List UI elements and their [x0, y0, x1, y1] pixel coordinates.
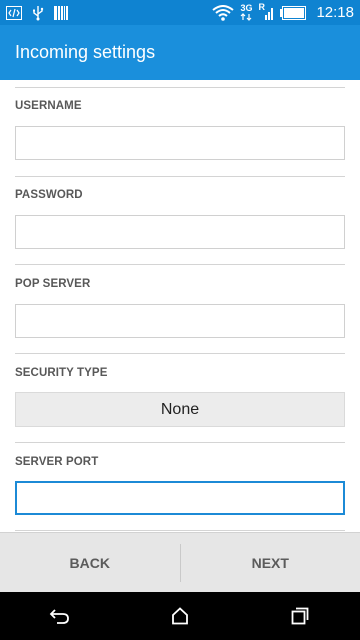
security-type-select[interactable]: None: [15, 392, 345, 427]
divider: [15, 264, 345, 265]
home-icon[interactable]: [150, 592, 210, 640]
security-type-value: None: [160, 400, 200, 418]
server-port-label: SERVER PORT: [15, 456, 99, 468]
status-bar: 3G R 12:18: [0, 0, 360, 25]
divider: [15, 442, 345, 443]
divider: [15, 530, 345, 531]
password-label: PASSWORD: [15, 189, 83, 201]
wifi-icon: [212, 4, 235, 21]
code-icon: [6, 5, 22, 20]
divider: [15, 87, 345, 88]
server-port-field[interactable]: [15, 481, 345, 515]
barcode-icon: [54, 5, 68, 21]
back-icon[interactable]: [30, 592, 90, 640]
next-button[interactable]: NEXT: [181, 533, 360, 592]
usb-icon: [32, 5, 44, 21]
page-title: Incoming settings: [15, 42, 156, 62]
navigation-bar: [0, 592, 360, 640]
action-bar: BACK NEXT: [0, 532, 360, 592]
battery-icon: [280, 5, 307, 20]
username-label: USERNAME: [15, 100, 82, 112]
divider: [15, 353, 345, 354]
settings-form[interactable]: USERNAME PASSWORD POP SERVER SECURITY TY…: [0, 80, 360, 532]
security-type-label: SECURITY TYPE: [15, 367, 108, 379]
status-time: 12:18: [316, 4, 354, 21]
pop-server-field[interactable]: [15, 304, 345, 338]
signal-icon: R: [258, 2, 274, 21]
pop-server-label: POP SERVER: [15, 278, 91, 290]
recents-icon[interactable]: [270, 592, 330, 640]
app-bar: Incoming settings: [0, 25, 360, 80]
username-field[interactable]: [15, 126, 345, 160]
divider: [15, 176, 345, 177]
password-field[interactable]: [15, 215, 345, 249]
3g-data-icon: 3G: [240, 4, 252, 21]
back-button[interactable]: BACK: [0, 533, 180, 592]
